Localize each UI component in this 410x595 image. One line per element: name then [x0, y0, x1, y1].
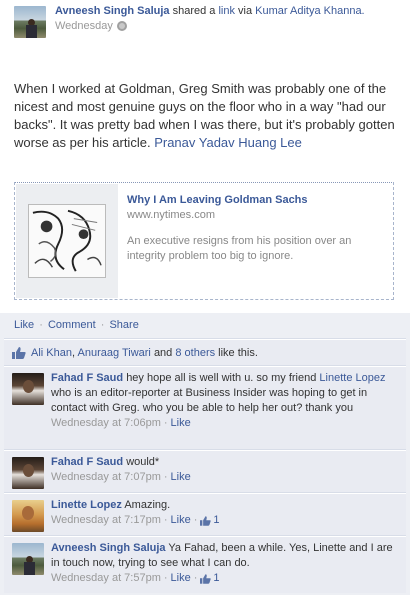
article-illustration-image — [28, 204, 106, 278]
comment-like-link[interactable]: Like — [171, 470, 191, 485]
comment-body: Fahad F Saud would* Wednesday at 7:07pm … — [51, 455, 401, 485]
comment-timestamp[interactable]: Wednesday at 7:17pm — [51, 513, 161, 528]
attachment-title-link[interactable]: Why I Am Leaving Goldman Sachs — [127, 193, 389, 207]
comment-item: Fahad F Saud hey hope all is well with u… — [4, 365, 406, 449]
commenter-avatar[interactable] — [12, 373, 44, 405]
post-actions: Like · Comment · Share — [14, 319, 139, 331]
action-text: shared a — [172, 5, 216, 17]
comment-text: hey hope all is well with u. so my frien… — [126, 372, 317, 384]
comment-text: who is an editor-reporter at Business In… — [51, 387, 368, 414]
attachment-thumbnail[interactable] — [16, 184, 118, 298]
comment-body: Fahad F Saud hey hope all is well with u… — [51, 371, 401, 431]
meta-separator: · — [193, 572, 198, 584]
post-timestamp[interactable]: Wednesday — [55, 19, 113, 33]
commenter-avatar[interactable] — [12, 500, 44, 532]
comment-item: Avneesh Singh Saluja Ya Fahad, been a wh… — [4, 535, 406, 593]
meta-separator: · — [163, 417, 168, 429]
attachment-domain: www.nytimes.com — [127, 209, 216, 221]
via-text: via — [238, 5, 253, 17]
comment-timestamp[interactable]: Wednesday at 7:07pm — [51, 470, 161, 485]
like-count-value: 1 — [213, 572, 220, 584]
liker-link[interactable]: Ali Khan — [31, 347, 72, 359]
likes-and-text: and — [153, 347, 173, 359]
meta-separator: · — [193, 514, 198, 526]
like-count-value: 1 — [213, 514, 220, 526]
comment-text: would* — [126, 456, 160, 468]
likes-suffix: like this. — [218, 347, 258, 359]
author-avatar[interactable] — [14, 6, 46, 38]
liker-link[interactable]: Anuraag Tiwari — [78, 347, 151, 359]
comment-like-link[interactable]: Like — [171, 416, 191, 431]
comment-like-link[interactable]: Like — [171, 513, 191, 528]
thumbs-up-icon — [12, 347, 26, 362]
comment-item: Fahad F Saud would* Wednesday at 7:07pm … — [4, 449, 406, 492]
comment-text: Amazing. — [124, 499, 171, 511]
comment-meta: Wednesday at 7:06pm · Like — [51, 416, 401, 431]
action-separator: · — [39, 319, 43, 331]
likes-others-link[interactable]: 8 others — [175, 347, 215, 359]
feedback-section: Like · Comment · Share Ali Khan, Anuraag… — [0, 313, 410, 595]
attachment-description: An executive resigns from his position o… — [127, 235, 352, 262]
post-header-text: Avneesh Singh Saluja shared a link via K… — [55, 4, 395, 33]
post-author-link[interactable]: Avneesh Singh Saluja — [55, 5, 170, 17]
action-separator: · — [100, 319, 105, 331]
commenter-avatar[interactable] — [12, 457, 44, 489]
via-name-link[interactable]: Kumar Aditya Khanna. — [255, 5, 364, 17]
mention-link[interactable]: Linette Lopez — [319, 372, 385, 384]
thumbs-up-icon — [200, 573, 212, 584]
comment-meta: Wednesday at 7:07pm · Like — [51, 470, 401, 485]
meta-separator: · — [163, 572, 168, 584]
globe-icon — [116, 21, 127, 31]
commenter-avatar[interactable] — [12, 543, 44, 575]
comment-author-link[interactable]: Fahad F Saud — [51, 372, 123, 384]
comment-timestamp[interactable]: Wednesday at 7:57pm — [51, 571, 161, 586]
comment-meta: Wednesday at 7:57pm · Like · 1 — [51, 571, 401, 586]
attachment-content: Why I Am Leaving Goldman Sachs www.nytim… — [127, 193, 389, 264]
comment-meta: Wednesday at 7:17pm · Like · 1 — [51, 513, 401, 528]
post-message: When I worked at Goldman, Greg Smith was… — [14, 80, 396, 152]
link-word-link[interactable]: link — [218, 5, 235, 17]
comment-body: Linette Lopez Amazing. Wednesday at 7:17… — [51, 498, 401, 528]
likes-text: Ali Khan, Anuraag Tiwari and 8 others li… — [31, 347, 258, 359]
post-time-row: Wednesday — [55, 19, 395, 33]
share-action[interactable]: Share — [109, 319, 138, 331]
meta-separator: · — [163, 471, 168, 483]
comment-like-count[interactable]: 1 — [200, 571, 220, 586]
comment-like-count[interactable]: 1 — [200, 513, 220, 528]
comment-author-link[interactable]: Linette Lopez — [51, 499, 122, 511]
comment-action[interactable]: Comment — [48, 319, 96, 331]
comment-timestamp[interactable]: Wednesday at 7:06pm — [51, 416, 161, 431]
meta-separator: · — [163, 514, 168, 526]
comment-body: Avneesh Singh Saluja Ya Fahad, been a wh… — [51, 541, 401, 586]
thumbs-up-icon — [200, 515, 212, 526]
comment-author-link[interactable]: Avneesh Singh Saluja — [51, 542, 166, 554]
tagged-friends-link[interactable]: Pranav Yadav Huang Lee — [154, 135, 302, 150]
comment-like-link[interactable]: Like — [171, 571, 191, 586]
comment-item: Linette Lopez Amazing. Wednesday at 7:17… — [4, 492, 406, 535]
likes-summary: Ali Khan, Anuraag Tiwari and 8 others li… — [4, 338, 406, 365]
comment-author-link[interactable]: Fahad F Saud — [51, 456, 123, 468]
like-action[interactable]: Like — [14, 319, 34, 331]
link-attachment[interactable]: Why I Am Leaving Goldman Sachs www.nytim… — [14, 182, 394, 300]
